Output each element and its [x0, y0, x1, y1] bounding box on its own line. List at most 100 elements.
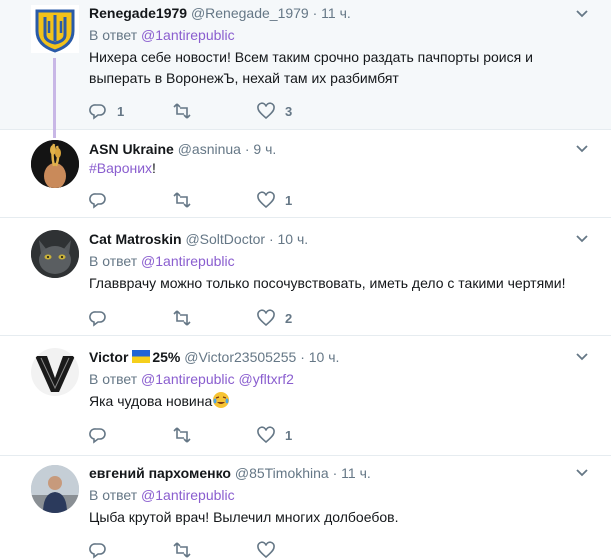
author-name-suffix: 25%: [152, 349, 181, 365]
heart-icon: [257, 309, 275, 327]
tweet-text-body: Яка чудова новина: [89, 393, 213, 409]
like-button[interactable]: 1: [257, 426, 341, 444]
reply-icon: [89, 311, 106, 327]
tweet-header: Victor 25% @Victor23505255 · 10 ч.: [89, 348, 571, 366]
avatar-cat-matroskin[interactable]: [31, 230, 79, 278]
tweet-text-suffix: !: [152, 160, 156, 176]
tweet-time[interactable]: 9 ч.: [253, 141, 276, 157]
chevron-down-icon[interactable]: [575, 466, 589, 480]
reply-button[interactable]: [89, 426, 173, 444]
tweet-time[interactable]: 10 ч.: [278, 231, 309, 247]
reply-icon: [89, 428, 106, 444]
separator-dot: ·: [300, 349, 305, 365]
retweet-button[interactable]: [173, 309, 257, 327]
retweet-button[interactable]: [173, 426, 257, 444]
victor-logo-avatar: [31, 348, 79, 396]
separator-dot: ·: [244, 141, 250, 157]
tweet-text: Нихера себе новости! Всем таким срочно р…: [89, 47, 571, 89]
chevron-down-icon[interactable]: [575, 142, 589, 156]
avatar-evgeniy[interactable]: [31, 465, 79, 513]
mention-link[interactable]: @yfltxrf2: [239, 371, 294, 387]
ukraine-flag-icon: [132, 350, 151, 363]
author-handle[interactable]: @SoltDoctor: [185, 231, 265, 247]
heart-icon: [257, 191, 275, 209]
chevron-down-icon[interactable]: [575, 350, 589, 364]
reply-icon: [89, 104, 106, 120]
reply-prefix: В ответ: [89, 27, 138, 43]
tweet-time[interactable]: 11 ч.: [341, 465, 371, 481]
chevron-down-icon[interactable]: [575, 232, 589, 246]
author-handle[interactable]: @Renegade_1979: [191, 5, 309, 21]
retweet-icon: [173, 542, 191, 558]
reply-button[interactable]: [89, 309, 173, 327]
like-button[interactable]: 3: [257, 102, 341, 120]
tweet-time[interactable]: 10 ч.: [309, 349, 340, 365]
like-count: 1: [285, 427, 293, 443]
retweet-button[interactable]: [173, 102, 257, 120]
reply-context: В ответ @1antirepublic: [89, 26, 571, 44]
tweet-4[interactable]: Victor 25% @Victor23505255 · 10 ч. В отв…: [0, 336, 611, 456]
like-button[interactable]: [257, 541, 341, 559]
reply-prefix: В ответ: [89, 371, 138, 387]
tweet-3[interactable]: Cat Matroskin @SoltDoctor · 10 ч. В отве…: [0, 218, 611, 336]
author-name[interactable]: Cat Matroskin: [89, 231, 182, 247]
coat-of-arms-icon: [35, 9, 75, 53]
author-name[interactable]: евгений пархоменко: [89, 465, 231, 481]
retweet-button[interactable]: [173, 541, 257, 559]
reply-context: В ответ @1antirepublic @yfltxrf2: [89, 370, 571, 388]
reply-button[interactable]: 1: [89, 102, 173, 120]
author-name[interactable]: Renegade1979: [89, 5, 187, 21]
mention-link[interactable]: @1antirepublic: [141, 27, 235, 43]
author-handle[interactable]: @85Timokhina: [235, 465, 329, 481]
reply-icon: [89, 193, 106, 209]
tweet-header: ASN Ukraine @asninua · 9 ч.: [89, 140, 571, 158]
thread-line: [53, 58, 56, 138]
chevron-down-icon[interactable]: [575, 7, 589, 21]
author-handle[interactable]: @Victor23505255: [184, 349, 296, 365]
tweet-text: Главврачу можно только посочувствовать, …: [89, 275, 566, 291]
tweet-5[interactable]: евгений пархоменко @85Timokhina · 11 ч. …: [0, 456, 611, 559]
heart-icon: [257, 426, 275, 444]
hand-with-wheat-avatar: [31, 140, 79, 188]
avatar-victor[interactable]: [31, 348, 79, 396]
reply-prefix: В ответ: [89, 487, 138, 503]
like-button[interactable]: 1: [257, 191, 341, 209]
like-count: 3: [285, 103, 293, 119]
like-count: 2: [285, 310, 293, 326]
reply-button[interactable]: [89, 541, 173, 559]
separator-dot: ·: [312, 5, 318, 21]
mention-link[interactable]: @1antirepublic: [141, 371, 235, 387]
retweet-icon: [173, 427, 191, 443]
tweet-header: Renegade1979 @Renegade_1979 · 11 ч.: [89, 4, 571, 22]
cat-avatar: [31, 230, 79, 278]
reply-context: В ответ @1antirepublic: [89, 252, 571, 270]
tweet-text: Цыба крутой врач! Вылечил многих долбоеб…: [89, 509, 399, 525]
tweet-text-line1: Нихера себе новости! Всем таким срочно р…: [89, 49, 533, 65]
tweet-time[interactable]: 11 ч.: [321, 5, 351, 21]
tweet-text: #Вароних!: [89, 158, 571, 179]
author-name[interactable]: ASN Ukraine: [89, 141, 174, 157]
retweet-icon: [173, 310, 191, 326]
hashtag-link[interactable]: #Вароних: [89, 160, 152, 176]
heart-icon: [257, 102, 275, 120]
separator-dot: ·: [332, 465, 338, 481]
retweet-button[interactable]: [173, 191, 257, 209]
retweet-icon: [173, 103, 191, 119]
like-button[interactable]: 2: [257, 309, 341, 327]
mention-link[interactable]: @1antirepublic: [141, 487, 235, 503]
person-avatar: [31, 465, 79, 513]
tweet-header: евгений пархоменко @85Timokhina · 11 ч.: [89, 464, 571, 482]
avatar-asn-ukraine[interactable]: [31, 140, 79, 188]
tweet-1[interactable]: Renegade1979 @Renegade_1979 · 11 ч. В от…: [0, 0, 611, 138]
heart-icon: [257, 541, 275, 559]
retweet-icon: [173, 192, 191, 208]
tweet-header: Cat Matroskin @SoltDoctor · 10 ч.: [89, 230, 571, 248]
tweet-text: Яка чудова новина: [89, 391, 571, 412]
mention-link[interactable]: @1antirepublic: [141, 253, 235, 269]
separator-dot: ·: [268, 231, 274, 247]
avatar-coat-of-arms[interactable]: [31, 5, 79, 53]
author-handle[interactable]: @asninua: [178, 141, 241, 157]
author-name[interactable]: Victor: [89, 349, 128, 365]
reply-button[interactable]: [89, 191, 173, 209]
tweet-2[interactable]: ASN Ukraine @asninua · 9 ч. #Вароних! 1: [0, 128, 611, 218]
